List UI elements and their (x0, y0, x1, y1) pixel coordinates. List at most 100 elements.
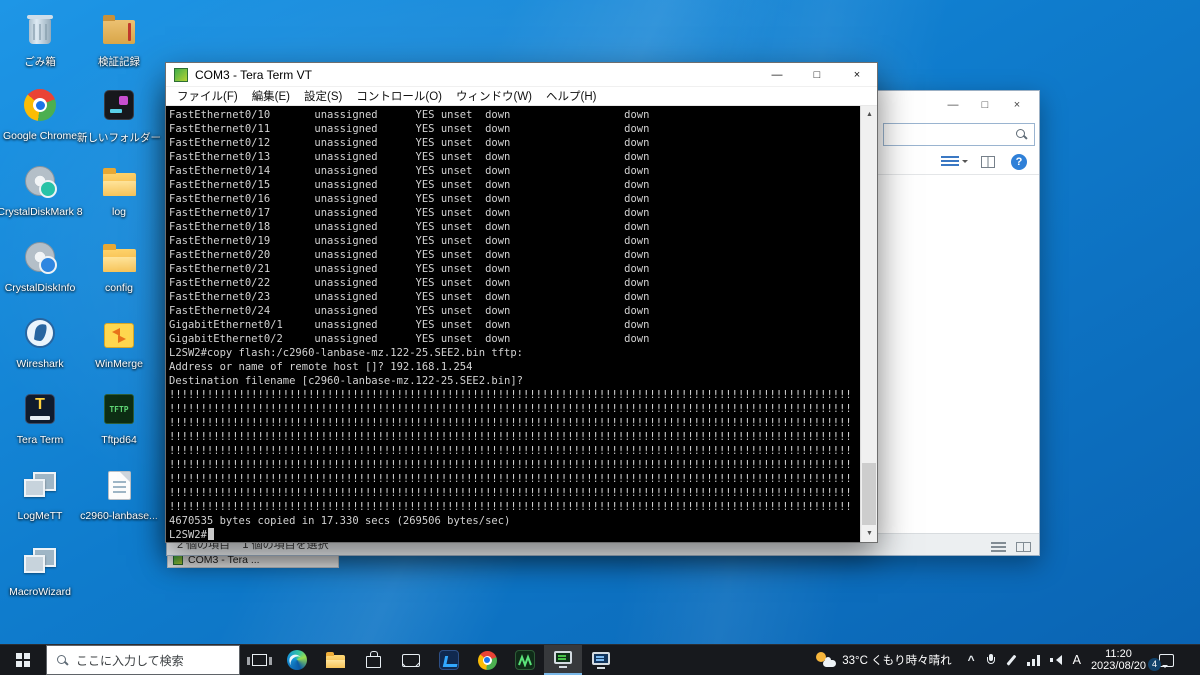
search-icon (56, 654, 69, 667)
explorer-window-controls: — □ × (937, 96, 1033, 114)
desktop-icon-log-folder[interactable]: log (80, 160, 158, 218)
action-center-button[interactable]: 4 (1148, 653, 1177, 671)
taskbar-edge-button[interactable] (278, 645, 316, 675)
taskbar-teraterm-button[interactable] (544, 645, 582, 675)
tera-term-letter: T (35, 396, 45, 413)
terminal-area[interactable]: FastEthernet0/10 unassigned YES unset do… (166, 106, 877, 542)
menu-window[interactable]: ウィンドウ(W) (449, 87, 539, 105)
teraterm-titlebar[interactable]: COM3 - Tera Term VT — □ × (166, 63, 877, 87)
minimize-button[interactable]: — (757, 63, 797, 86)
clock-date: 2023/08/20 (1090, 660, 1146, 672)
taskbar-explorer-button[interactable] (316, 645, 354, 675)
microphone-tray-icon[interactable] (986, 654, 995, 666)
menu-help[interactable]: ヘルプ(H) (539, 87, 603, 105)
details-view-button[interactable] (991, 542, 1006, 552)
desktop-icon-recycle-bin[interactable]: ごみ箱 (1, 8, 79, 69)
terminal-prompt: L2SW2# (169, 529, 207, 541)
desktop-icon-label: c2960-lanbase... (80, 510, 158, 522)
taskbar-mail-button[interactable] (392, 645, 430, 675)
desktop-icon-winmerge[interactable]: WinMerge (80, 312, 158, 370)
desktop-icon-records[interactable]: 検証記録 (80, 8, 158, 69)
desktop-icon-macrowizard[interactable]: MacroWizard (1, 540, 79, 598)
blue-app-icon (439, 650, 459, 670)
menu-edit[interactable]: 編集(E) (245, 87, 297, 105)
pen-tray-icon[interactable] (1005, 654, 1017, 667)
taskbar-terminal-app-button[interactable] (582, 645, 620, 675)
desktop-icon-label: 検証記録 (98, 56, 140, 68)
explorer-close-button[interactable]: × (1001, 96, 1033, 114)
desktop-icon-label: config (104, 282, 134, 294)
search-icon (1015, 128, 1028, 141)
volume-tray-icon[interactable] (1049, 654, 1063, 666)
scrollbar-thumb[interactable] (862, 463, 876, 525)
folder-icon (102, 160, 136, 202)
taskbar-pinned-app-green-button[interactable] (506, 645, 544, 675)
desktop-icon-google-chrome[interactable]: Google Chrome (1, 84, 79, 142)
start-button[interactable] (0, 645, 46, 675)
tera-term-icon: T (25, 388, 55, 430)
desktop-icon-crystaldiskinfo[interactable]: CrystalDiskInfo (1, 236, 79, 294)
teraterm-small-icon (173, 555, 183, 565)
taskbar-pinned-app-blue-button[interactable] (430, 645, 468, 675)
teraterm-window: COM3 - Tera Term VT — □ × ファイル(F) 編集(E) … (165, 62, 878, 543)
teraterm-monitor-icon (554, 651, 572, 668)
task-view-button[interactable] (240, 645, 278, 675)
teraterm-app-icon (174, 67, 188, 82)
desktop-icon-logmett[interactable]: LogMeTT (1, 464, 79, 522)
winmerge-icon (104, 312, 134, 354)
chrome-icon (477, 650, 497, 670)
view-options-button[interactable] (941, 155, 968, 168)
tray-overflow-button[interactable]: ^ (966, 653, 977, 667)
terminal-scrollbar[interactable]: ▲ ▼ (860, 106, 877, 542)
explorer-maximize-button[interactable]: □ (969, 96, 1001, 114)
menu-control[interactable]: コントロール(O) (349, 87, 449, 105)
desktop-icon-tftpd64[interactable]: TFTP Tftpd64 (80, 388, 158, 446)
window-controls: — □ × (757, 63, 877, 86)
desktop-icon-wireshark[interactable]: Wireshark (1, 312, 79, 370)
menu-file[interactable]: ファイル(F) (170, 87, 245, 105)
store-icon (365, 651, 381, 668)
green-app-icon (515, 650, 535, 670)
taskbar-search-box[interactable]: ここに入力して検索 (46, 645, 240, 675)
desktop-icon-label: Tera Term (16, 434, 64, 446)
edge-icon (287, 650, 307, 670)
new-folder-icon (104, 84, 134, 126)
close-button[interactable]: × (837, 63, 877, 86)
terminal-prompt-line: L2SW2# (169, 528, 857, 542)
system-tray: 33°C くもり時々晴れ ^ A 11:20 2023/08/20 4 (812, 645, 1200, 675)
teraterm-menubar: ファイル(F) 編集(E) 設定(S) コントロール(O) ウィンドウ(W) ヘ… (166, 87, 877, 106)
desktop-icon-label: Tftpd64 (101, 434, 137, 446)
recycle-bin-icon (27, 8, 53, 50)
explorer-search-input[interactable] (883, 123, 1035, 146)
file-explorer-icon (325, 652, 345, 668)
crystaldiskinfo-icon (25, 236, 57, 278)
chrome-icon (24, 84, 56, 126)
network-tray-icon[interactable] (1026, 654, 1040, 666)
taskbar-store-button[interactable] (354, 645, 392, 675)
clock-time: 11:20 (1105, 647, 1132, 660)
ime-mode-indicator[interactable]: A (1073, 653, 1081, 667)
help-icon[interactable]: ? (1011, 153, 1027, 170)
desktop-icon-c2960-file[interactable]: c2960-lanbase... (80, 464, 158, 522)
desktop-icon-label: MacroWizard (9, 586, 71, 598)
weather-widget[interactable]: 33°C くもり時々晴れ (812, 652, 955, 668)
weather-icon (816, 652, 837, 668)
desktop-icon-new-folder[interactable]: 新しいフォルダー (77, 84, 161, 145)
icons-view-button[interactable] (1016, 542, 1031, 552)
taskbar-chrome-button[interactable] (468, 645, 506, 675)
desktop-icon-label: log (111, 206, 126, 218)
desktop-icon-tera-term[interactable]: T Tera Term (1, 388, 79, 446)
notification-badge: 4 (1148, 657, 1161, 671)
taskbar-clock[interactable]: 11:20 2023/08/20 (1091, 648, 1146, 673)
preview-pane-button[interactable] (981, 155, 995, 168)
maximize-button[interactable]: □ (797, 63, 837, 86)
crystaldiskmark-icon (25, 160, 57, 202)
explorer-minimize-button[interactable]: — (937, 96, 969, 114)
desktop-icon-config-folder[interactable]: config (80, 236, 158, 294)
scroll-up-arrow[interactable]: ▲ (861, 106, 877, 123)
scroll-down-arrow[interactable]: ▼ (861, 525, 877, 542)
terminal-cursor (207, 528, 215, 540)
desktop-icon-crystaldiskmark[interactable]: CrystalDiskMark 8 (0, 160, 83, 218)
desktop-icon-label: LogMeTT (17, 510, 63, 522)
menu-setup[interactable]: 設定(S) (297, 87, 349, 105)
